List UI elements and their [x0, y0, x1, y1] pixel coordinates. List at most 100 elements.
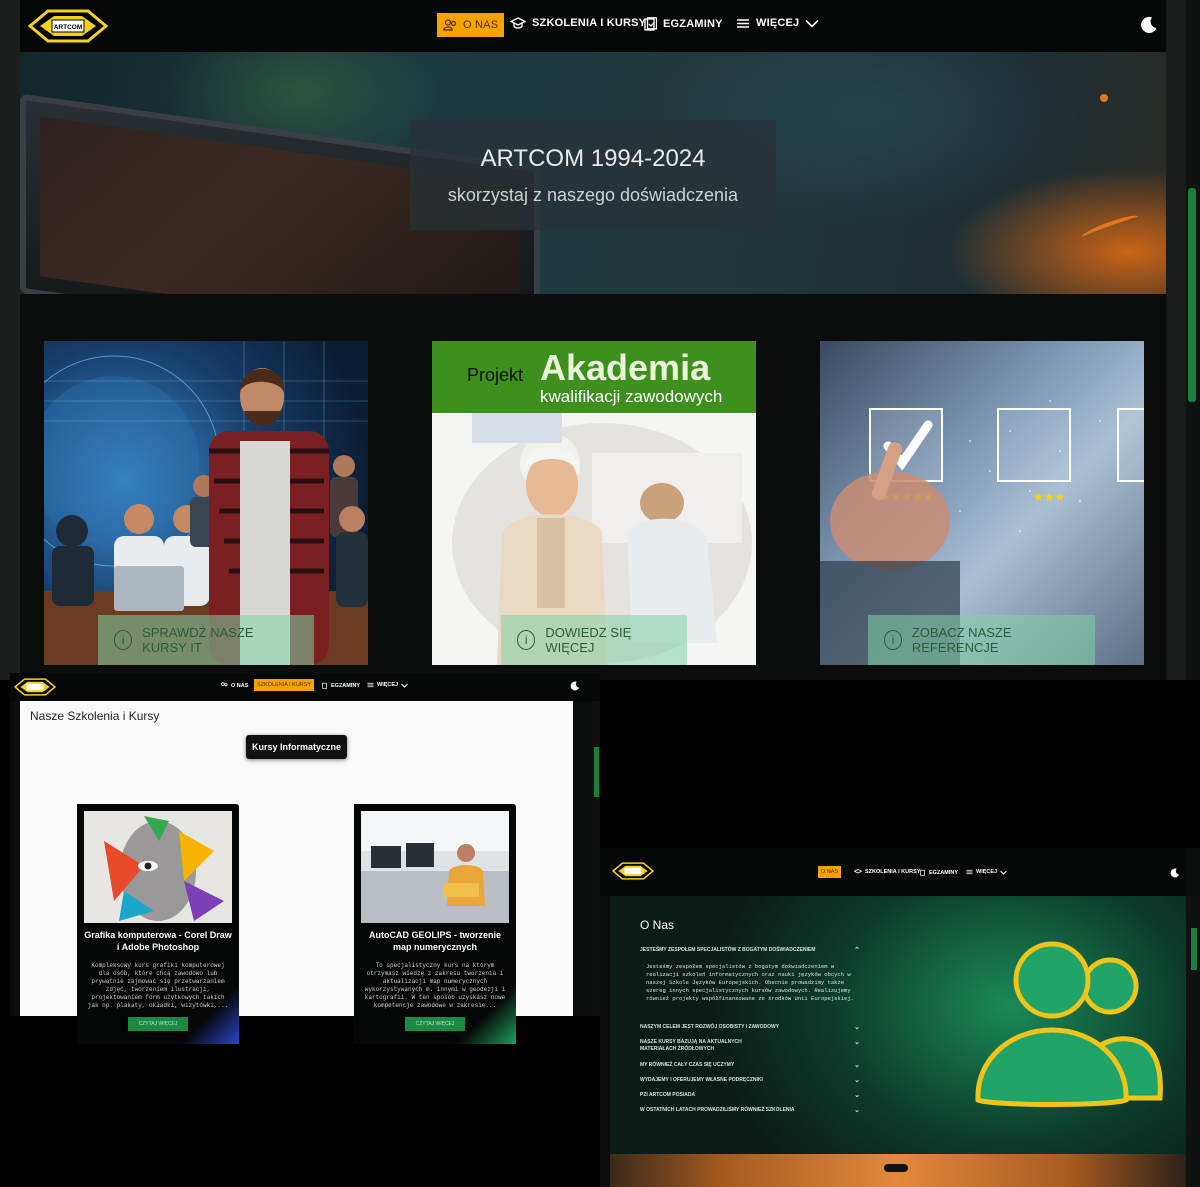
hero-banner: ARTCOM 1994-2024 skorzystaj z naszego do…: [20, 52, 1166, 294]
hero-subtitle: skorzystaj z naszego doświadczenia: [447, 184, 739, 205]
category-tag-label: Kursy Informatyczne: [252, 742, 342, 752]
chevron-down-icon: [401, 683, 408, 688]
graduation-cap-icon: [854, 869, 862, 874]
nav-exams[interactable]: EGZAMINY: [322, 682, 360, 689]
course-image-graphics: [84, 811, 232, 923]
nav-courses[interactable]: SZKOLENIA I KURSY: [254, 679, 315, 691]
accordion-body: Jesteśmy zespołem specjalistów z bogatym…: [646, 963, 854, 1002]
accordion-heading: JESTEŚMY ZESPOŁEM SPECJALISTÓW Z BOGATYM…: [640, 947, 816, 953]
nav-exams-label: EGZAMINY: [929, 869, 959, 876]
info-icon: i: [114, 630, 133, 650]
scrollbar-thumb[interactable]: [1191, 928, 1197, 970]
menu-icon: [737, 18, 749, 28]
scrollbar-thumb[interactable]: [594, 747, 599, 797]
hero-text-box: ARTCOM 1994-2024 skorzystaj z naszego do…: [410, 120, 776, 230]
accordion-item[interactable]: WYDAJEMY I OFERUJEMY WŁASNE PODRĘCZNIKI ⌄: [640, 1077, 860, 1084]
artcom-logo[interactable]: [612, 860, 654, 882]
chevron-up-icon: ⌃: [854, 947, 860, 954]
course-description: To specjalistyczny kurs na którym otrzym…: [364, 962, 506, 1009]
course-card[interactable]: AutoCAD GEOLIPS - tworzenie map numerycz…: [354, 804, 516, 1044]
scrollbar-thumb[interactable]: [1188, 188, 1196, 402]
nav-about-label: O NAS: [231, 682, 249, 689]
nav-more-label: WIĘCEJ: [976, 869, 998, 875]
nav-about[interactable]: O NAS: [437, 13, 505, 37]
users-icon: [443, 19, 457, 31]
team-icon: [975, 941, 1163, 1107]
bottom-decoration: [610, 1154, 1186, 1187]
chevron-down-icon: ⌄: [854, 1107, 860, 1114]
read-more-label: CZYTAJ WIĘCEJ: [138, 1021, 178, 1027]
courses-page-title: Nasze Szkolenia i Kursy: [30, 709, 160, 723]
accordion-heading: PZI ARTCOM POSIADA: [640, 1092, 696, 1098]
moon-icon[interactable]: [1140, 16, 1158, 34]
nav-more[interactable]: WIĘCEJ: [966, 869, 1007, 875]
nav-courses-label: SZKOLENIA I KURSY: [257, 682, 312, 688]
about-navbar: O NAS SZKOLENIA I KURSY EGZAMINY WIĘCEJ: [600, 848, 1186, 896]
category-tag[interactable]: Kursy Informatyczne: [246, 735, 348, 759]
nav-more[interactable]: WIĘCEJ: [367, 682, 408, 688]
chevron-down-icon: ⌄: [854, 1039, 860, 1046]
chevron-down-icon: ⌄: [854, 1024, 860, 1031]
card-it-courses[interactable]: i SPRAWDŹ NASZE KURSY IT: [44, 341, 368, 665]
nav-exams-label: EGZAMINY: [663, 18, 723, 30]
nav-exams[interactable]: EGZAMINY: [644, 17, 723, 31]
accordion-item-open[interactable]: JESTEŚMY ZESPOŁEM SPECJALISTÓW Z BOGATYM…: [640, 947, 860, 954]
course-card[interactable]: Grafika komputerowa - Corel Draw i Adobe…: [77, 804, 239, 1044]
hero-decoration: [1080, 212, 1140, 242]
courses-screen: O NAS SZKOLENIA I KURSY EGZAMINY WIĘCEJ …: [10, 673, 600, 1044]
course-description: Kompleksowy kurs grafiki komputerowej dl…: [87, 962, 229, 1009]
carousel-dots[interactable]: [884, 1164, 908, 1172]
accordion-item[interactable]: MY RÓWNIEŻ CAŁY CZAS SIĘ UCZYMY ⌄: [640, 1062, 860, 1069]
nav-courses[interactable]: SZKOLENIA I KURSY: [854, 869, 920, 875]
nav-about-label: O NAS: [821, 869, 839, 875]
info-icon: i: [884, 630, 902, 650]
chevron-down-icon: [805, 19, 819, 28]
info-icon: i: [517, 630, 536, 650]
nav-about[interactable]: O NAS: [220, 682, 248, 689]
course-title: Grafika komputerowa - Corel Draw i Adobe…: [84, 930, 232, 952]
akademia-banner: Projekt Akademia kwalifikacji zawodowych: [432, 341, 756, 413]
nav-exams[interactable]: EGZAMINY: [920, 869, 958, 876]
moon-icon[interactable]: [570, 681, 580, 691]
left-margin: [0, 0, 20, 680]
accordion-item[interactable]: W OSTATNICH LATACH PROWADZILIŚMY RÓWNIEŻ…: [640, 1107, 860, 1114]
references-button[interactable]: i ZOBACZ NASZE REFERENCJE: [868, 615, 1095, 665]
card-references[interactable]: ★★★★★ ★★★ i ZOBACZ NASZE REFERENCJE: [820, 341, 1144, 665]
nav-more-label: WIĘCEJ: [756, 17, 800, 29]
exam-icon: [322, 682, 327, 689]
accordion-item[interactable]: PZI ARTCOM POSIADA ⌄: [640, 1092, 860, 1099]
artcom-logo[interactable]: [14, 677, 56, 697]
it-courses-button[interactable]: i SPRAWDŹ NASZE KURSY IT: [98, 615, 314, 665]
chevron-down-icon: ⌄: [854, 1062, 860, 1069]
top-navbar: ARTCOM O NAS SZKOLENIA I KURSY EGZAMINY …: [20, 0, 1166, 52]
main-screen: ARTCOM O NAS SZKOLENIA I KURSY EGZAMINY …: [0, 0, 1200, 680]
read-more-button[interactable]: CZYTAJ WIĘCEJ: [128, 1017, 188, 1031]
nav-about[interactable]: O NAS: [818, 866, 842, 878]
menu-icon: [367, 682, 374, 688]
nav-exams-label: EGZAMINY: [331, 682, 361, 689]
nav-more[interactable]: WIĘCEJ: [736, 17, 819, 29]
nav-courses-label: SZKOLENIA I KURSY: [865, 869, 921, 875]
graduation-cap-icon: [510, 17, 526, 29]
card-akademia[interactable]: Projekt Akademia kwalifikacji zawodowych…: [432, 341, 756, 665]
artcom-logo[interactable]: ARTCOM: [28, 9, 108, 43]
course-image-autocad: [361, 811, 509, 923]
about-panel: O Nas JESTEŚMY ZESPOŁEM SPECJALISTÓW Z B…: [610, 896, 1186, 1187]
svg-text:★★★: ★★★: [1033, 490, 1065, 504]
accordion-item[interactable]: NASZE KURSY BAZUJĄ NA AKTUALNYCH MATERIA…: [640, 1039, 860, 1053]
akademia-subtitle: kwalifikacji zawodowych: [540, 387, 723, 406]
about-screen: O NAS SZKOLENIA I KURSY EGZAMINY WIĘCEJ …: [600, 848, 1200, 1187]
moon-icon[interactable]: [1170, 868, 1180, 878]
hero-title: ARTCOM 1994-2024: [480, 144, 706, 172]
it-courses-button-label: SPRAWDŹ NASZE KURSY IT: [142, 625, 254, 655]
read-more-button[interactable]: CZYTAJ WIĘCEJ: [405, 1017, 465, 1031]
akademia-button[interactable]: i DOWIEDZ SIĘ WIĘCEJ: [501, 615, 687, 665]
accordion-item[interactable]: NASZYM CELEM JEST ROZWÓJ OSOBISTY I ZAWO…: [640, 1024, 860, 1031]
accordion-heading: NASZE KURSY BAZUJĄ NA AKTUALNYCH MATERIA…: [640, 1039, 742, 1052]
courses-navbar: O NAS SZKOLENIA I KURSY EGZAMINY WIĘCEJ: [10, 673, 600, 701]
nav-courses-label: SZKOLENIA I KURSY: [532, 17, 647, 29]
about-title: O Nas: [640, 918, 675, 932]
akademia-prefix: Projekt: [467, 365, 524, 385]
nav-courses[interactable]: SZKOLENIA I KURSY: [510, 17, 646, 29]
accordion-heading: W OSTATNICH LATACH PROWADZILIŚMY RÓWNIEŻ…: [640, 1107, 795, 1113]
